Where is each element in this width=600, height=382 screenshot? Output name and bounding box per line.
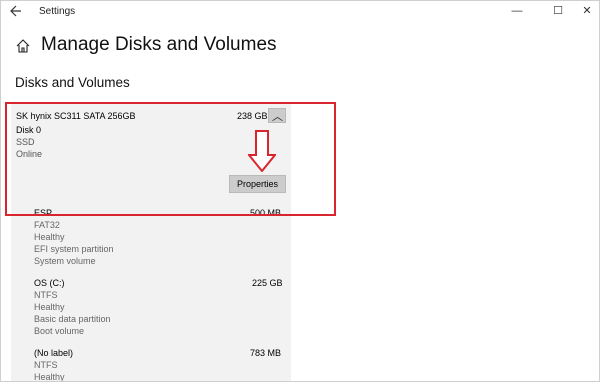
close-button[interactable]: ✕	[579, 3, 595, 19]
properties-button[interactable]: Properties	[229, 175, 286, 193]
collapse-button[interactable]: ︿	[268, 108, 286, 123]
disk-size: 238 GB	[237, 111, 268, 121]
disk-type: SSD	[16, 137, 35, 147]
disk-name: SK hynix SC311 SATA 256GB	[16, 111, 136, 121]
disk-status: Online	[16, 149, 43, 159]
volume-filesystem: FAT32	[34, 220, 60, 230]
volume-filesystem: NTFS	[34, 290, 58, 300]
back-arrow-icon[interactable]	[9, 3, 23, 19]
disk-number: Disk 0	[16, 125, 42, 135]
volume-filesystem: NTFS	[34, 360, 58, 370]
chevron-up-icon: ︿	[272, 111, 283, 123]
section-heading: Disks and Volumes	[15, 75, 130, 90]
down-arrow-icon	[248, 130, 276, 172]
volume-health: Healthy	[34, 372, 65, 382]
volume-partition-type: Basic data partition	[34, 314, 111, 324]
volume-name[interactable]: (No label)	[34, 348, 73, 358]
title-bar: Settings — ☐ ✕	[1, 1, 599, 23]
volume-health: Healthy	[34, 302, 65, 312]
volume-size: 225 GB	[252, 278, 283, 288]
home-icon[interactable]	[15, 38, 31, 54]
minimize-button[interactable]: —	[509, 3, 525, 19]
volume-size: 783 MB	[250, 348, 282, 358]
volume-partition-type: EFI system partition	[34, 244, 114, 254]
volume-name[interactable]: ESP	[34, 208, 52, 218]
volume-name[interactable]: OS (C:)	[34, 278, 65, 288]
volume-role: System volume	[34, 256, 96, 266]
settings-window: Settings — ☐ ✕ Manage Disks and Volumes …	[0, 0, 600, 382]
page-title: Manage Disks and Volumes	[41, 34, 277, 55]
maximize-button[interactable]: ☐	[550, 3, 566, 19]
window-title: Settings	[39, 6, 76, 17]
volume-health: Healthy	[34, 232, 65, 242]
volume-size: 500 MB	[250, 208, 282, 218]
volume-role: Boot volume	[34, 326, 85, 336]
